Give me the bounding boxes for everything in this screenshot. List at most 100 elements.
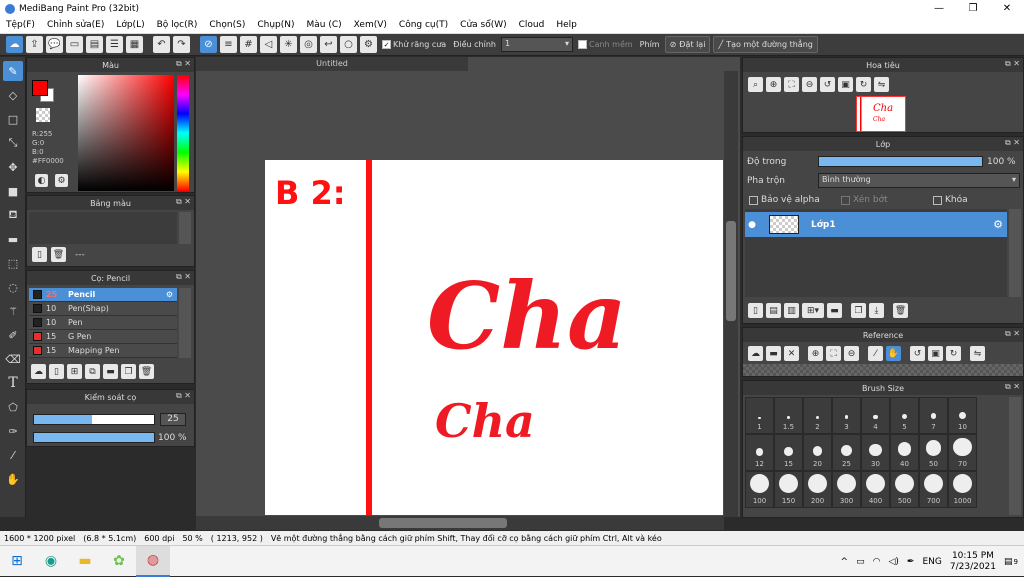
primary-color-swatch[interactable]	[32, 80, 48, 96]
concentric-snap-icon[interactable]: ◎	[300, 36, 317, 53]
zoom-icon[interactable]: ⌕	[748, 77, 763, 92]
new-layer-icon[interactable]: ▯	[748, 303, 763, 318]
battery-icon[interactable]: ▭	[856, 557, 865, 567]
menu-layer[interactable]: Lớp(L)	[110, 20, 150, 30]
new-1bit-layer-icon[interactable]: ▥	[784, 303, 799, 318]
zoom-out-reference-icon[interactable]: ⊖	[844, 346, 859, 361]
volume-icon[interactable]: ◁)	[888, 557, 898, 567]
file-explorer-icon[interactable]: ▬	[68, 546, 102, 577]
brush-size-cell[interactable]: 12	[745, 434, 774, 471]
duplicate-brush-icon[interactable]: ❐	[121, 364, 136, 379]
document-tab[interactable]: Untitled	[196, 57, 468, 71]
brush-item[interactable]: 15 G Pen	[29, 330, 177, 344]
menu-tools[interactable]: Công cụ(T)	[393, 20, 454, 30]
bucket-tool-icon[interactable]: ⛾	[3, 205, 23, 225]
brush-size-cell[interactable]: 25	[832, 434, 861, 471]
fill-rect-tool-icon[interactable]: ■	[3, 181, 23, 201]
brush-item[interactable]: 15 Mapping Pen	[29, 344, 177, 358]
blend-mode-select[interactable]: Bình thường ▾	[818, 173, 1020, 188]
clip-option[interactable]: Xén bớt	[841, 195, 888, 205]
brush-size-cell[interactable]: 500	[890, 471, 919, 508]
layer-settings-icon[interactable]: ⚙	[993, 218, 1003, 231]
clock[interactable]: 10:15 PM 7/23/2021	[950, 551, 996, 573]
brush-list-scrollbar[interactable]	[179, 288, 191, 358]
select-pen-tool-icon[interactable]: ✐	[3, 325, 23, 345]
cloud-reference-icon[interactable]: ☁	[748, 346, 763, 361]
palette-area[interactable]	[29, 212, 177, 244]
menu-cloud[interactable]: Cloud	[513, 20, 551, 30]
share-icon[interactable]: ⇪	[26, 36, 43, 53]
wifi-icon[interactable]: ◠	[873, 557, 881, 567]
reset-button[interactable]: ⊘ Đặt lại	[664, 36, 711, 53]
brush-size-cell[interactable]: 1.5	[774, 397, 803, 434]
new-8bit-layer-icon[interactable]: ▤	[766, 303, 781, 318]
delete-layer-icon[interactable]: 🗑	[893, 303, 908, 318]
grid-icon[interactable]: ▦	[126, 36, 143, 53]
medibang-taskbar-icon[interactable]: ◍	[136, 545, 170, 577]
brush-size-cell[interactable]: 100	[745, 471, 774, 508]
undo-icon[interactable]: ↶	[153, 36, 170, 53]
text-tool-icon[interactable]: T	[3, 373, 23, 393]
brush-size-cell[interactable]: 7	[919, 397, 948, 434]
app-green-icon[interactable]: ✿	[102, 546, 136, 577]
color-settings-icon[interactable]: ⚙	[55, 174, 68, 187]
divide-tool-icon[interactable]: ✑	[3, 421, 23, 441]
operation-tool-icon[interactable]: ⬠	[3, 397, 23, 417]
chevron-up-icon[interactable]: ^	[841, 557, 849, 567]
flip-reference-icon[interactable]: ⇋	[970, 346, 985, 361]
pen-icon[interactable]: ✒	[907, 557, 915, 567]
no-snap-icon[interactable]: ⊘	[200, 36, 217, 53]
brush-size-cell[interactable]: 20	[803, 434, 832, 471]
delete-palette-icon[interactable]: 🗑	[51, 247, 66, 262]
navigator-thumbnail[interactable]: Cha Cha	[856, 96, 906, 132]
menu-file[interactable]: Tệp(F)	[0, 20, 41, 30]
snap-checkbox[interactable]	[577, 40, 587, 49]
redo-icon[interactable]: ↷	[173, 36, 190, 53]
horizontal-scroll-thumb[interactable]	[379, 518, 507, 528]
add-layer-menu-icon[interactable]: ⊞▾	[802, 303, 824, 318]
lock-checkbox[interactable]	[933, 195, 942, 205]
brush-size-cell[interactable]: 50	[919, 434, 948, 471]
parallel-snap-icon[interactable]: ≡	[220, 36, 237, 53]
zoom-in-icon[interactable]: ⊕	[766, 77, 781, 92]
eyedropper-tool-icon[interactable]: ⁄	[3, 445, 23, 465]
hand-reference-icon[interactable]: ✋	[886, 346, 901, 361]
antialias-option[interactable]: ✓ Khử răng cưa	[380, 40, 448, 49]
circle-snap-icon[interactable]: ○	[340, 36, 357, 53]
adjust-select[interactable]: 1 ▾	[500, 37, 573, 52]
layer-folder-icon[interactable]: ▬	[827, 303, 842, 318]
brush-size-cell[interactable]: 3	[832, 397, 861, 434]
menu-window[interactable]: Cửa sổ(W)	[454, 20, 512, 30]
restore-button[interactable]: ❐	[956, 0, 990, 17]
brush-item[interactable]: 25 Pencil ⚙	[29, 288, 177, 302]
brush-size-cell[interactable]: 4	[861, 397, 890, 434]
menu-color[interactable]: Màu (C)	[301, 20, 348, 30]
close-button[interactable]: ✕	[990, 0, 1024, 17]
select-rect-tool-icon[interactable]: ⬚	[3, 253, 23, 273]
brush-size-cell[interactable]: 10	[948, 397, 977, 434]
magic-wand-tool-icon[interactable]: ⚚	[3, 301, 23, 321]
panel-close-icon[interactable]: ⧉ ✕	[176, 391, 191, 401]
saturation-value-square[interactable]	[78, 75, 174, 191]
new-brush-icon[interactable]: ▯	[49, 364, 64, 379]
eraser-tool-icon[interactable]: ◇	[3, 85, 23, 105]
minimize-button[interactable]: —	[922, 0, 956, 17]
menu-filter[interactable]: Bộ lọc(R)	[151, 20, 204, 30]
color-wheel-icon[interactable]: ◐	[35, 174, 48, 187]
perspective-snap-icon[interactable]: ◁	[260, 36, 277, 53]
menu-snap[interactable]: Chụp(N)	[251, 20, 300, 30]
drawing-canvas[interactable]: B 2: Cha Cha	[265, 160, 723, 515]
notification-icon[interactable]: ▤ 9	[1004, 557, 1018, 567]
lasso-tool-icon[interactable]: ◌	[3, 277, 23, 297]
panel-close-icon[interactable]: ⧉ ✕	[1005, 329, 1020, 339]
brush-size-cell[interactable]: 400	[861, 471, 890, 508]
brush-size-cell[interactable]: 30	[861, 434, 890, 471]
rect-tool-icon[interactable]: □	[3, 109, 23, 129]
fit-window-reference-icon[interactable]: ▣	[928, 346, 943, 361]
panel-close-icon[interactable]: ⧉ ✕	[176, 197, 191, 207]
rotate-right-reference-icon[interactable]: ↻	[946, 346, 961, 361]
horizontal-scrollbar[interactable]	[196, 516, 724, 530]
menu-edit[interactable]: Chỉnh sửa(E)	[41, 20, 110, 30]
layer-row[interactable]: ● Lớp1 ⚙	[745, 212, 1007, 237]
edge-icon[interactable]: ◉	[34, 546, 68, 577]
